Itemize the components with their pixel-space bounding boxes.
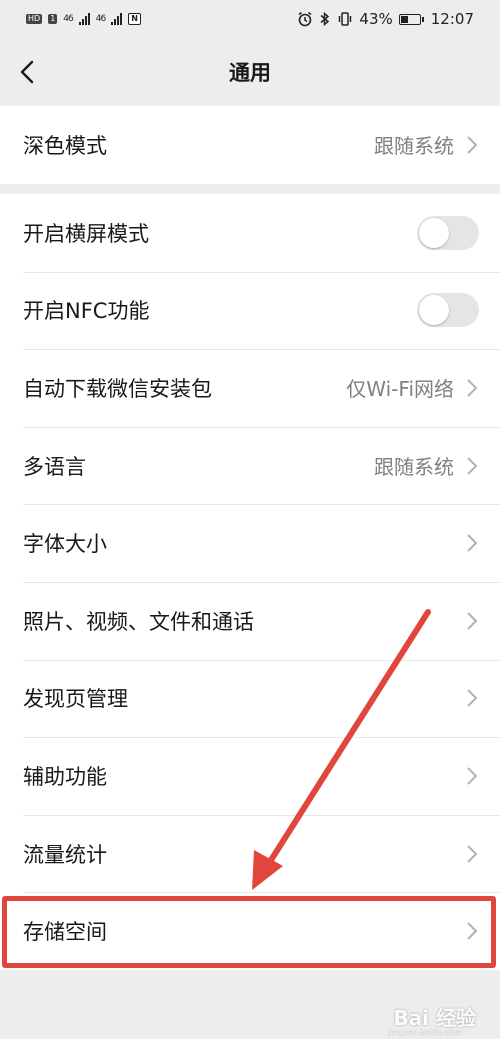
settings-group-general: 开启横屏模式 开启NFC功能 自动下载微信安装包 仅Wi-Fi网络 多语言 跟随…	[0, 194, 500, 970]
setting-label: 深色模式	[23, 133, 107, 158]
setting-storage[interactable]: 存储空间	[0, 892, 500, 970]
setting-label: 开启NFC功能	[23, 299, 150, 324]
setting-label: 辅助功能	[23, 764, 107, 789]
setting-label: 自动下载微信安装包	[23, 376, 212, 401]
status-left: HD 1 46 46 N	[26, 13, 141, 25]
setting-label: 发现页管理	[23, 687, 128, 712]
chevron-right-icon	[467, 136, 478, 154]
setting-label: 存储空间	[23, 920, 107, 945]
chevron-right-icon	[467, 844, 478, 863]
nfc-icon: N	[128, 13, 141, 25]
setting-nfc[interactable]: 开启NFC功能	[0, 271, 500, 350]
setting-value: 跟随系统	[374, 455, 454, 480]
network-type-2: 46	[95, 14, 107, 24]
setting-label: 流量统计	[23, 842, 107, 867]
setting-label: 字体大小	[23, 532, 107, 557]
alarm-icon	[298, 11, 312, 27]
chevron-right-icon	[467, 534, 478, 552]
battery-icon	[398, 13, 424, 25]
setting-value: 跟随系统	[374, 134, 454, 159]
hd-badge: HD	[26, 14, 43, 24]
back-icon[interactable]	[14, 56, 42, 88]
watermark-url: jingyan.baidu.com	[388, 1028, 462, 1037]
settings-group-display: 深色模式 跟随系统	[0, 106, 500, 184]
vibrate-icon	[339, 12, 352, 26]
sim-badge: 1	[48, 14, 58, 24]
setting-auto-download[interactable]: 自动下载微信安装包 仅Wi-Fi网络	[0, 349, 500, 427]
setting-font-size[interactable]: 字体大小	[0, 504, 500, 582]
setting-label: 多语言	[23, 454, 86, 479]
setting-dark-mode[interactable]: 深色模式 跟随系统	[0, 106, 500, 184]
page-title: 通用	[229, 61, 271, 85]
toggle-knob	[419, 295, 449, 326]
landscape-toggle[interactable]	[417, 215, 479, 250]
setting-accessibility[interactable]: 辅助功能	[0, 737, 500, 815]
setting-value: 仅Wi-Fi网络	[346, 377, 454, 402]
chevron-right-icon	[467, 612, 478, 630]
status-bar: HD 1 46 46 N 43% 12:07	[0, 0, 500, 38]
signal-icon-2	[111, 13, 123, 25]
chevron-right-icon	[467, 767, 478, 785]
setting-media[interactable]: 照片、视频、文件和通话	[0, 581, 500, 660]
chevron-right-icon	[467, 456, 478, 475]
baidu-jingyan-watermark: Bai 经验	[393, 1006, 476, 1030]
setting-language[interactable]: 多语言 跟随系统	[0, 426, 500, 505]
clock: 12:07	[430, 10, 474, 28]
setting-label: 开启横屏模式	[23, 221, 149, 246]
bluetooth-icon	[320, 11, 330, 27]
network-type-1: 46	[63, 14, 74, 24]
nfc-toggle[interactable]	[417, 293, 479, 328]
battery-percent: 43%	[359, 10, 393, 28]
setting-discover-page[interactable]: 发现页管理	[0, 659, 500, 738]
signal-icon	[78, 13, 90, 25]
status-right: 43% 12:07	[297, 10, 474, 28]
chevron-right-icon	[467, 922, 478, 940]
setting-label: 照片、视频、文件和通话	[23, 609, 254, 634]
setting-landscape-mode[interactable]: 开启横屏模式	[0, 194, 500, 272]
chevron-right-icon	[467, 689, 478, 708]
chevron-right-icon	[467, 379, 478, 397]
setting-data-usage[interactable]: 流量统计	[0, 814, 500, 893]
nav-bar: 通用	[0, 38, 500, 106]
toggle-knob	[419, 217, 449, 248]
